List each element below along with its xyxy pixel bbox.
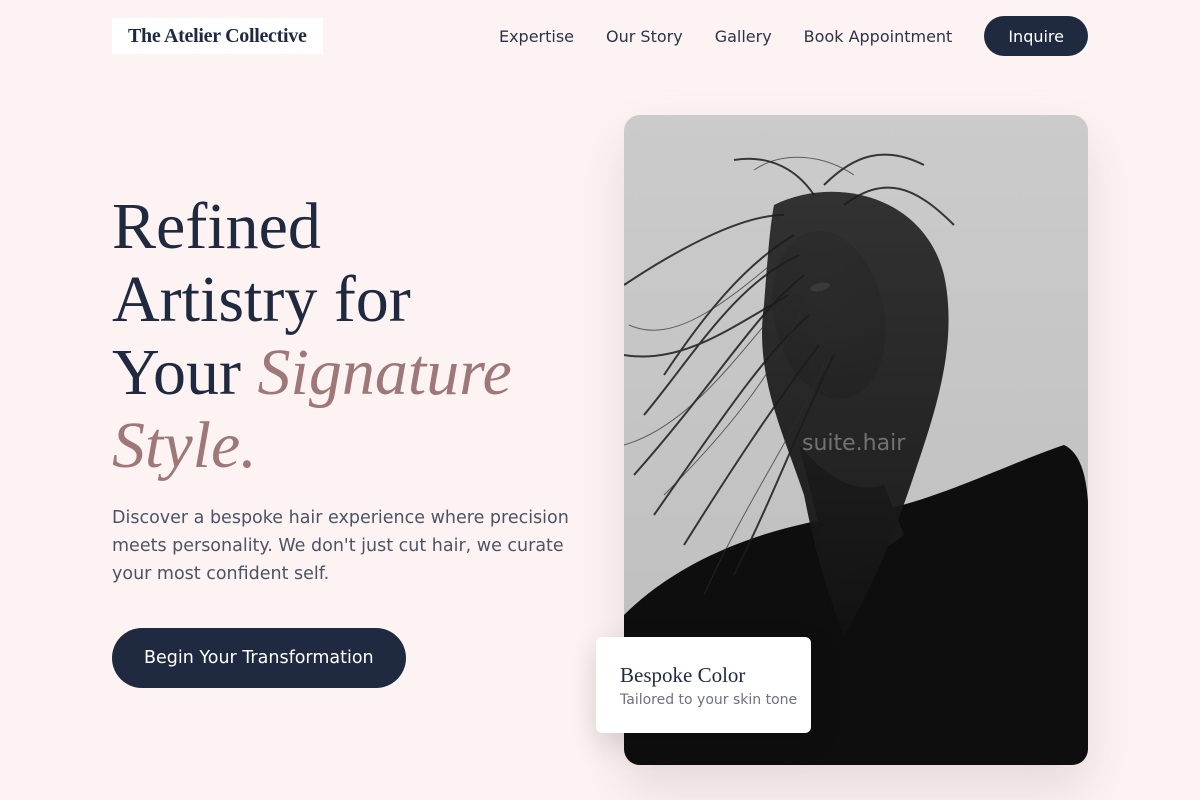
bespoke-color-card: Bespoke Color Tailored to your skin tone	[596, 637, 811, 733]
begin-transformation-button[interactable]: Begin Your Transformation	[112, 628, 406, 688]
card-title: Bespoke Color	[620, 663, 746, 687]
nav-link-our-story[interactable]: Our Story	[606, 27, 683, 46]
site-header: The Atelier Collective Expertise Our Sto…	[0, 0, 1200, 72]
hero-heading-accent-style: Style.	[112, 409, 257, 482]
hero-heading-accent-signature: Signature	[257, 336, 512, 409]
nav-link-expertise[interactable]: Expertise	[499, 27, 574, 46]
hero-heading-line-1: Refined	[112, 190, 321, 263]
image-watermark: suite.hair	[802, 431, 906, 456]
brand-logo[interactable]: The Atelier Collective	[112, 18, 323, 54]
nav-link-gallery[interactable]: Gallery	[715, 27, 772, 46]
nav-link-book-appointment[interactable]: Book Appointment	[804, 27, 953, 46]
hero-heading: Refined Artistry for Your Signature Styl…	[112, 190, 592, 482]
hero-description: Discover a bespoke hair experience where…	[112, 508, 569, 584]
card-subtitle: Tailored to your skin tone	[620, 692, 798, 708]
hero-heading-line-2: Artistry for	[112, 263, 411, 336]
main-nav: Expertise Our Story Gallery Book Appoint…	[499, 16, 1088, 56]
inquire-button[interactable]: Inquire	[984, 16, 1088, 56]
hero-heading-line-3: Your	[112, 336, 258, 409]
